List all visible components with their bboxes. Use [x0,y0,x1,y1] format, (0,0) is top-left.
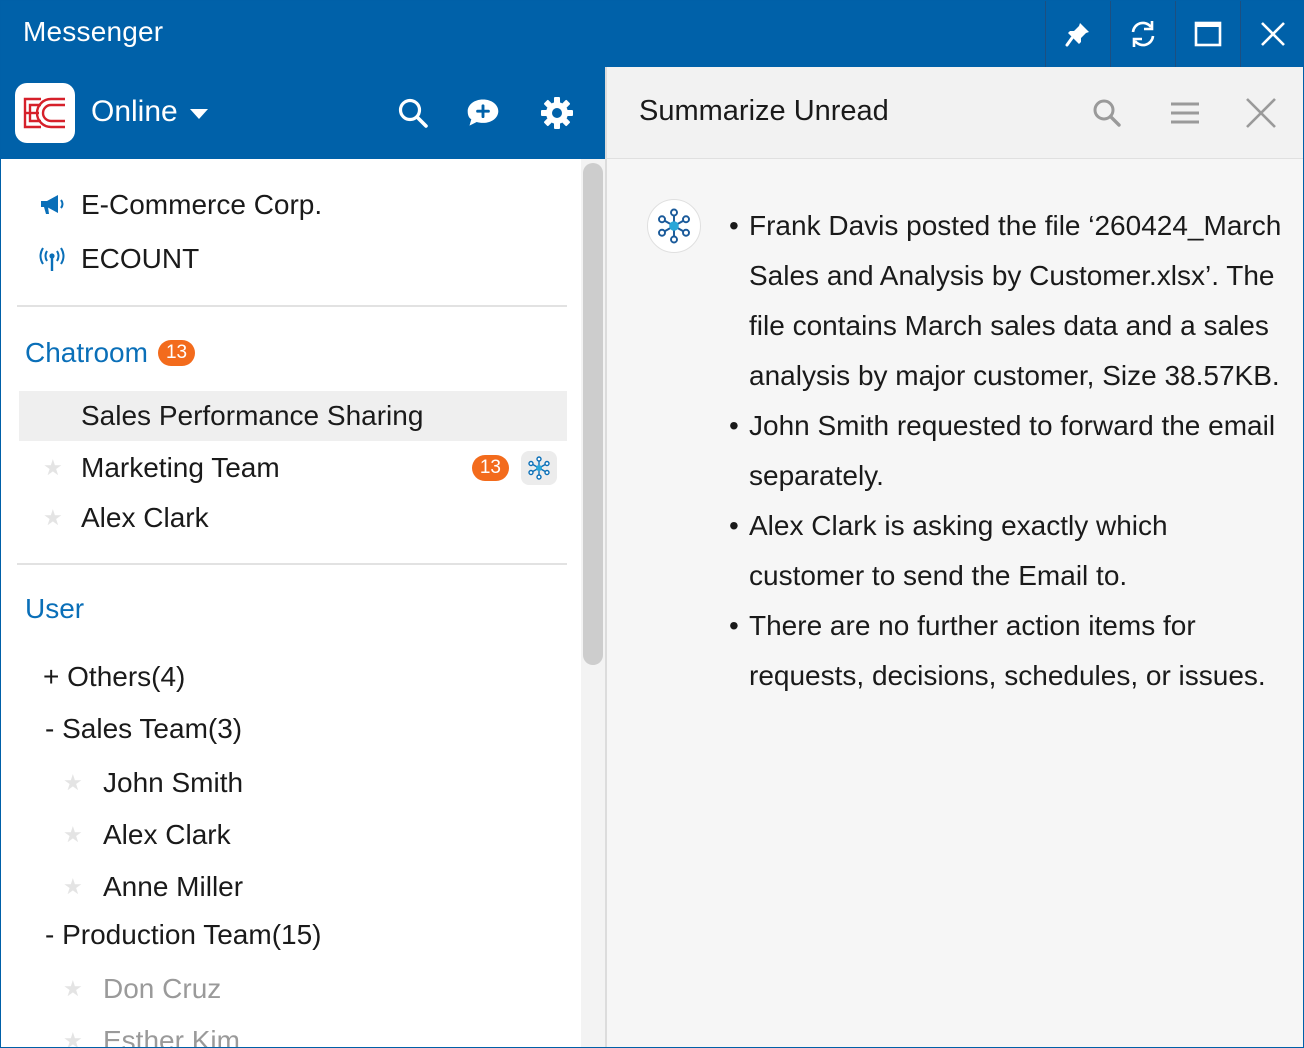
divider [17,305,567,307]
refresh-button[interactable] [1110,1,1175,67]
notice-item-ecount[interactable]: ECOUNT [37,239,199,279]
star-icon[interactable]: ★ [63,770,103,796]
group-label: - Production Team(15) [45,919,322,950]
sidebar-scrollbar[interactable] [581,159,605,1047]
pin-button[interactable] [1045,1,1110,67]
megaphone-icon [37,193,67,217]
ecount-logo-icon [23,97,65,129]
notice-item-ecommerce-corp[interactable]: E-Commerce Corp. [37,185,322,225]
star-icon[interactable]: ★ [63,976,103,1002]
notice-label: ECOUNT [81,243,200,274]
chevron-down-icon [189,109,208,119]
gear-icon [541,97,573,129]
status-dropdown[interactable]: Online [91,95,208,129]
close-icon [1246,98,1276,128]
chatroom-item-marketing-team[interactable]: ★ Marketing Team 13 [19,443,567,493]
close-window-button[interactable] [1240,1,1303,67]
sidebar: E-Commerce Corp. ECOUNT Chatroom 13 Sale… [1,159,605,1048]
summary-list: Frank Davis posted the file ‘260424_Marc… [727,201,1287,701]
group-others[interactable]: + Others(4) [43,657,185,697]
user-name: John Smith [103,767,244,798]
section-label: Chatroom [25,337,148,368]
status-label: Online [91,95,178,128]
settings-button[interactable] [539,95,575,131]
star-icon[interactable]: ★ [19,455,81,481]
star-icon[interactable]: ★ [63,822,103,848]
unread-badge: 13 [157,340,196,366]
divider [17,563,567,565]
ai-summary-button[interactable] [521,451,557,485]
app-title: Messenger [23,16,164,47]
chatroom-item-alex-clark[interactable]: ★ Alex Clark [19,493,567,543]
chatroom-section-title[interactable]: Chatroom 13 [25,337,196,369]
chatroom-label: Alex Clark [81,502,209,533]
search-icon [1093,99,1121,127]
unread-badge: 13 [471,455,509,481]
user-alex-clark[interactable]: ★ Alex Clark [63,815,231,855]
user-name: Anne Miller [103,871,244,902]
notice-label: E-Commerce Corp. [81,189,323,220]
new-chat-button[interactable] [465,95,501,131]
star-icon[interactable]: ★ [63,874,103,900]
sidebar-header: Online [1,67,605,159]
user-section-title[interactable]: User [25,593,84,625]
user-esther-kim[interactable]: ★ Esther Kim [63,1021,240,1048]
summary-item: There are no further action items for re… [727,601,1287,701]
user-name: Alex Clark [103,819,231,850]
refresh-icon [1131,21,1155,47]
panel-close-button[interactable] [1243,95,1279,131]
user-name: Don Cruz [103,973,222,1004]
star-icon[interactable]: ★ [63,1028,103,1047]
summary-item: John Smith requested to forward the emai… [727,401,1287,501]
ai-network-icon [658,208,690,244]
chatroom-item-sales-performance-sharing[interactable]: Sales Performance Sharing [19,391,567,441]
maximize-icon [1194,21,1222,47]
search-button[interactable] [395,95,431,131]
search-icon [398,98,428,128]
window-controls [1045,1,1303,67]
maximize-button[interactable] [1175,1,1240,67]
summary-item: Frank Davis posted the file ‘260424_Marc… [727,201,1287,401]
messenger-window: Messenger Online Summarize Unread E-Comm… [0,0,1304,1048]
chatroom-badges: 13 [471,451,557,485]
new-chat-icon [467,99,499,126]
broadcast-icon [37,246,67,272]
ai-network-icon [528,456,550,480]
summary-panel-header: Summarize Unread [605,67,1303,159]
user-don-cruz[interactable]: ★ Don Cruz [63,969,221,1009]
pin-icon [1065,23,1089,47]
chatroom-label: Marketing Team [81,452,280,483]
ai-bot-avatar [647,199,701,253]
summary-item: Alex Clark is asking exactly which custo… [727,501,1287,601]
group-label: - Sales Team(3) [45,713,243,744]
group-label: + Others(4) [43,661,186,692]
title-bar: Messenger [1,1,1303,67]
group-sales-team[interactable]: - Sales Team(3) [45,709,242,749]
section-label: User [25,593,85,624]
user-name: Esther Kim [103,1025,240,1048]
group-production-team[interactable]: - Production Team(15) [45,915,322,955]
close-icon [1261,22,1285,46]
app-logo[interactable] [15,83,75,143]
panel-title: Summarize Unread [639,95,889,127]
summary-panel: Frank Davis posted the file ‘260424_Marc… [605,159,1303,1047]
star-icon[interactable]: ★ [19,505,81,531]
user-anne-miller[interactable]: ★ Anne Miller [63,867,243,907]
chatroom-label: Sales Performance Sharing [81,400,424,431]
menu-icon [1171,102,1199,124]
panel-search-button[interactable] [1089,95,1125,131]
user-john-smith[interactable]: ★ John Smith [63,763,243,803]
panel-menu-button[interactable] [1167,95,1203,131]
scrollbar-thumb[interactable] [583,163,603,665]
